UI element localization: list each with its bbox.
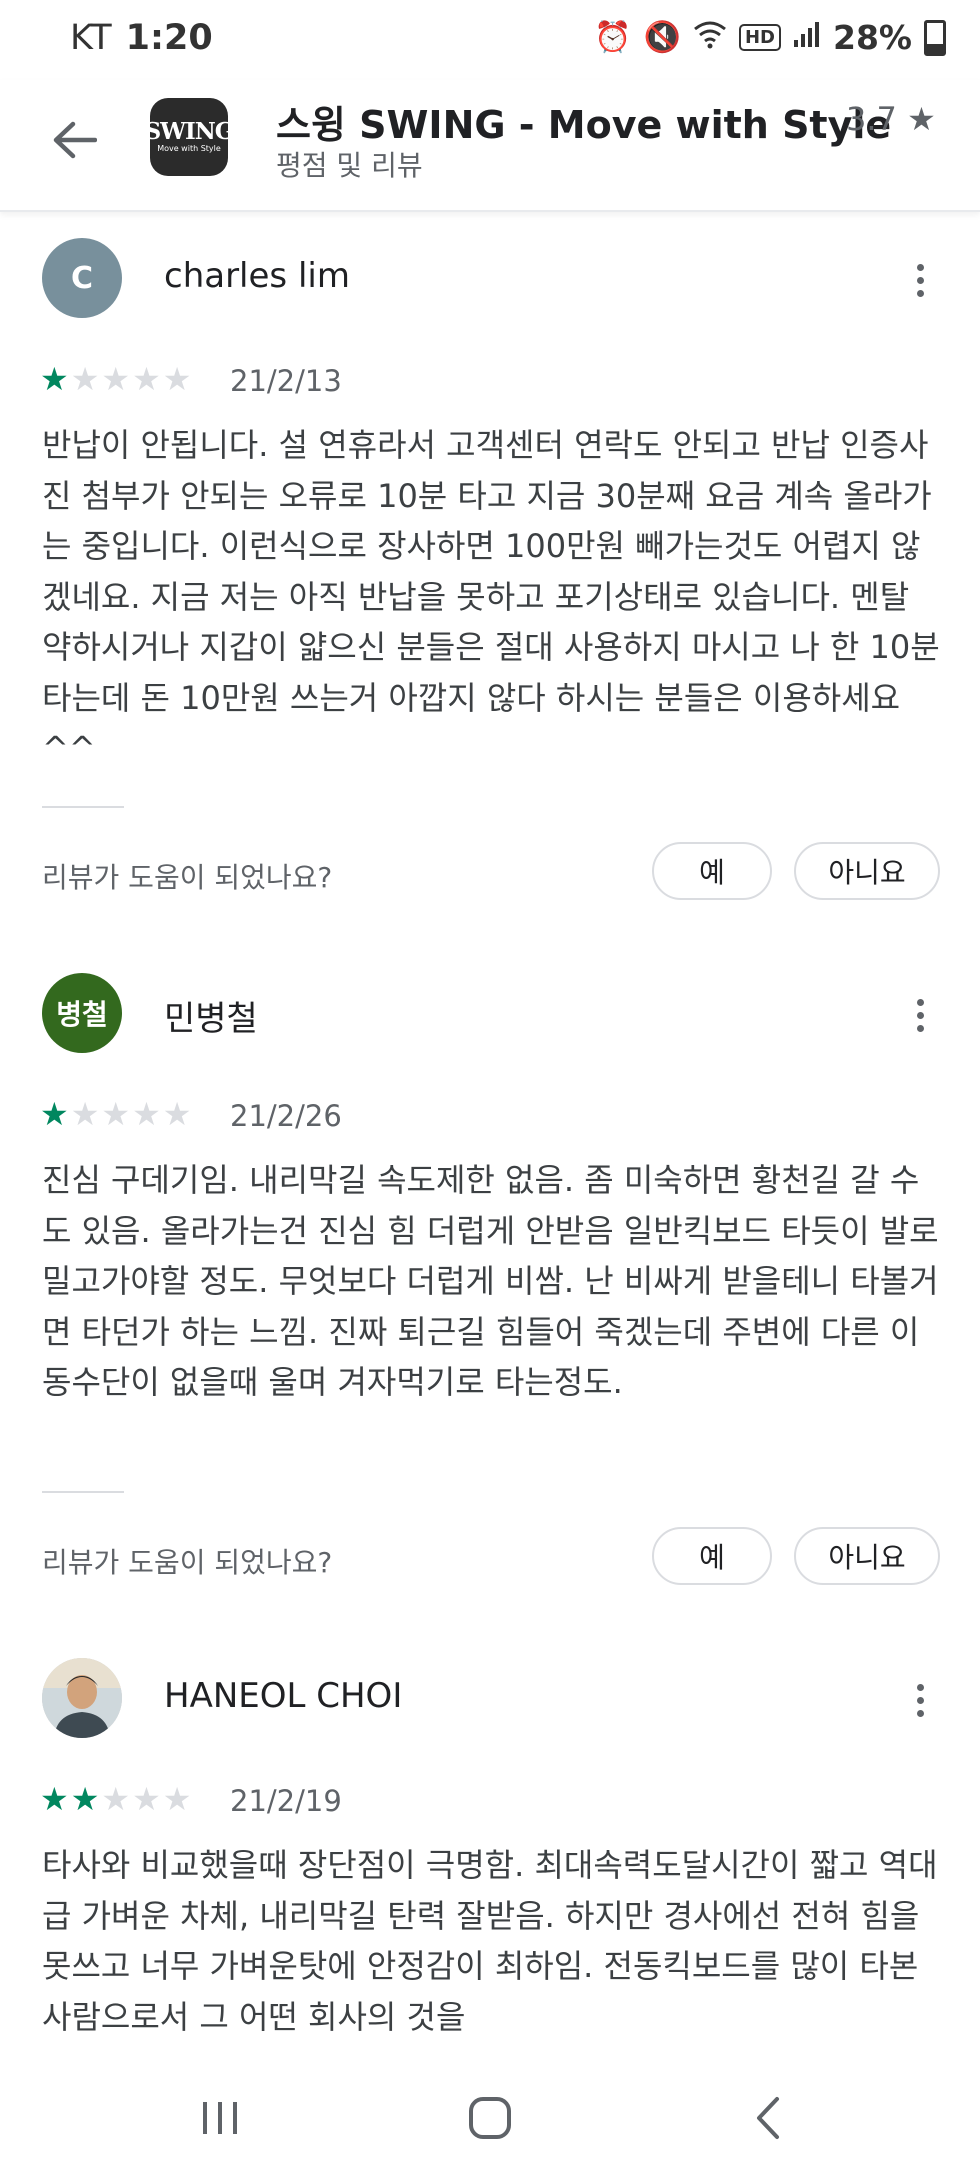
review-author: 민병철	[164, 999, 258, 1039]
review-date: 21/2/19	[230, 1784, 342, 1818]
status-left: KT 1:20	[70, 18, 213, 58]
rating-stars: ★★★★★	[40, 1780, 194, 1818]
page-subtitle: 평점 및 리뷰	[276, 149, 423, 182]
helpful-yes-button[interactable]: 예	[652, 842, 772, 900]
home-button[interactable]	[460, 2088, 520, 2148]
back-nav-icon	[757, 2097, 779, 2139]
rating-stars: ★★★★★	[40, 360, 194, 398]
app-header: SWING Move with Style 스윙 SWING - Move wi…	[0, 80, 980, 212]
carrier: KT	[70, 18, 112, 58]
arrow-left-icon	[53, 121, 97, 159]
mute-icon: 🔇	[643, 20, 681, 55]
app-rating: 3.7 ★	[846, 100, 936, 138]
avatar	[42, 1658, 122, 1738]
profile-photo-icon	[42, 1658, 122, 1738]
review-date: 21/2/26	[230, 1099, 342, 1133]
review-text: 타사와 비교했을때 장단점이 극명함. 최대속력도달시간이 짧고 역대급 가벼운…	[42, 1846, 938, 2036]
review-divider	[42, 806, 124, 808]
avatar: C	[42, 238, 122, 318]
clock: 1:20	[125, 18, 213, 58]
review-text: 반납이 안됩니다. 설 연휴라서 고객센터 연락도 안되고 반납 인증사진 첨부…	[42, 426, 940, 767]
more-options-button[interactable]	[900, 985, 940, 1045]
helpful-no-button[interactable]: 아니요	[794, 1527, 940, 1585]
status-bar: KT 1:20 ⏰ 🔇 HD 28%	[0, 0, 980, 80]
review-text: 진심 구데기임. 내리막길 속도제한 없음. 좀 미숙하면 황천길 갈 수도 있…	[42, 1161, 939, 1401]
more-options-button[interactable]	[900, 250, 940, 310]
avatar: 병철	[42, 973, 122, 1053]
signal-icon	[793, 20, 821, 56]
review-date: 21/2/13	[230, 364, 342, 398]
helpful-question: 리뷰가 도움이 되었나요?	[42, 861, 333, 894]
app-logo-brand: SWING	[144, 118, 235, 145]
review-author: charles lim	[164, 256, 350, 296]
more-options-button[interactable]	[900, 1670, 940, 1730]
recent-apps-icon	[203, 2102, 237, 2134]
review-divider	[42, 1491, 124, 1493]
helpful-question: 리뷰가 도움이 되었나요?	[42, 1546, 333, 1579]
helpful-no-button[interactable]: 아니요	[794, 842, 940, 900]
recent-apps-button[interactable]	[190, 2088, 250, 2148]
app-title: 스윙 SWING - Move with Style	[276, 103, 892, 147]
battery-percent: 28%	[833, 18, 912, 57]
avatar-initial: 병철	[56, 998, 108, 1031]
avatar-initial: C	[70, 260, 94, 296]
helpful-yes-button[interactable]: 예	[652, 1527, 772, 1585]
rating-stars: ★★★★★	[40, 1095, 194, 1133]
app-logo-tagline: Move with Style	[157, 144, 221, 153]
system-nav-bar	[0, 2060, 980, 2177]
battery-icon	[924, 19, 946, 56]
alarm-icon: ⏰	[594, 20, 632, 55]
back-button[interactable]	[44, 110, 104, 170]
status-right: ⏰ 🔇 HD 28%	[594, 18, 946, 57]
wifi-icon	[693, 19, 727, 57]
back-nav-button[interactable]	[738, 2088, 798, 2148]
review-author: HANEOL CHOI	[164, 1676, 403, 1716]
app-icon[interactable]: SWING Move with Style	[145, 98, 234, 176]
home-icon	[469, 2097, 511, 2139]
hd-badge: HD	[738, 24, 781, 51]
